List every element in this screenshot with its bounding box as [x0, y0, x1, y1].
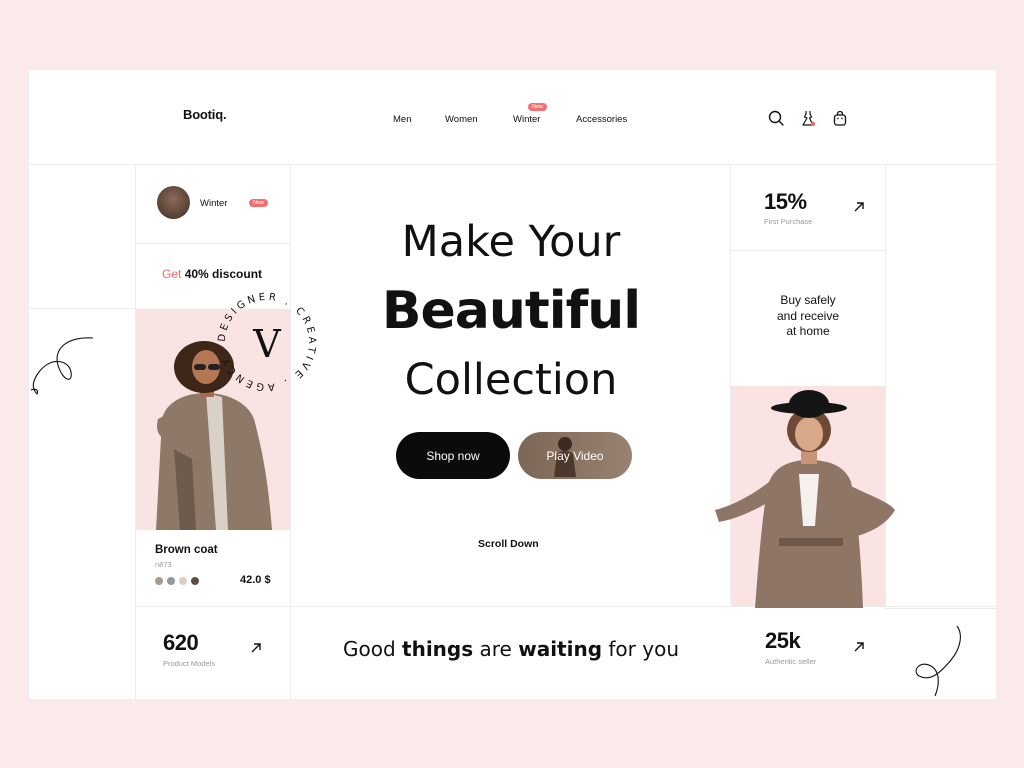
- color-swatch[interactable]: [191, 577, 199, 585]
- authentic-seller-value: 25k: [765, 628, 801, 653]
- divider: [29, 308, 136, 309]
- shop-now-button[interactable]: Shop now: [396, 432, 510, 479]
- divider: [731, 250, 885, 251]
- squiggle-decoration: [915, 625, 961, 697]
- discount-prefix: Get: [162, 267, 182, 281]
- header: Bootiq. Men Women Winter New Accessories: [29, 70, 996, 164]
- divider: [885, 608, 996, 609]
- safety-line: and receive: [776, 308, 840, 323]
- tagline-text: for you: [602, 637, 679, 661]
- tagline: Good things are waiting for you: [291, 637, 731, 661]
- authentic-seller-label: Authentic seller: [765, 657, 817, 666]
- product-name[interactable]: Brown coat: [155, 544, 218, 556]
- hero-line-2: Beautiful: [381, 281, 641, 341]
- dress-icon[interactable]: [800, 110, 816, 126]
- arrow-up-right-icon[interactable]: [853, 641, 865, 653]
- hero-line-1: Make Your: [401, 217, 621, 267]
- search-icon[interactable]: [768, 110, 784, 126]
- safety-message: Buy safely and receive at home: [731, 293, 885, 340]
- nav-winter[interactable]: Winter: [513, 114, 540, 125]
- divider: [136, 243, 290, 244]
- product-models-value: 620: [163, 630, 199, 655]
- first-purchase-value: 15%: [764, 189, 807, 214]
- scroll-down[interactable]: Scroll Down: [478, 538, 539, 550]
- squiggle-decoration: [30, 337, 94, 395]
- safety-line: Buy safely: [780, 293, 836, 307]
- color-swatch[interactable]: [179, 577, 187, 585]
- new-badge: New: [528, 103, 548, 111]
- play-video-label: Play Video: [546, 448, 604, 463]
- nav-women[interactable]: Women: [445, 114, 478, 125]
- avatar: [157, 186, 190, 219]
- arrow-up-right-icon[interactable]: [250, 642, 262, 654]
- tagline-bold: waiting: [518, 637, 603, 661]
- discount-value: 40% discount: [184, 267, 263, 281]
- discount-text[interactable]: Get 40% discount: [162, 267, 262, 281]
- nav-accessories[interactable]: Accessories: [576, 114, 627, 125]
- arrow-up-right-icon[interactable]: [853, 201, 865, 213]
- circle-letter: V: [252, 322, 281, 366]
- play-video-button[interactable]: Play Video: [518, 432, 632, 479]
- tagline-text: Good: [343, 637, 403, 661]
- color-swatches: [155, 577, 199, 585]
- nav-men[interactable]: Men: [393, 114, 411, 125]
- safety-line: at home: [786, 324, 830, 338]
- model-figure: [715, 390, 895, 608]
- product-code: n873: [155, 560, 172, 569]
- first-purchase-label: First Purchase: [764, 217, 813, 226]
- color-swatch[interactable]: [155, 577, 163, 585]
- hero-line-3: Collection: [404, 355, 618, 405]
- shopping-bag-icon[interactable]: [832, 110, 848, 126]
- brand-logo[interactable]: Bootiq.: [183, 107, 227, 122]
- winter-promo[interactable]: Winter New: [136, 165, 290, 243]
- tagline-bold: things: [402, 637, 474, 661]
- promo-label: Winter: [200, 198, 228, 209]
- product-models-label: Product Models: [163, 659, 216, 668]
- tagline-text: are: [473, 637, 519, 661]
- main-card: Bootiq. Men Women Winter New Accessories…: [29, 70, 996, 699]
- new-badge: New: [249, 199, 269, 207]
- product-price: 42.0 $: [240, 574, 271, 586]
- color-swatch[interactable]: [167, 577, 175, 585]
